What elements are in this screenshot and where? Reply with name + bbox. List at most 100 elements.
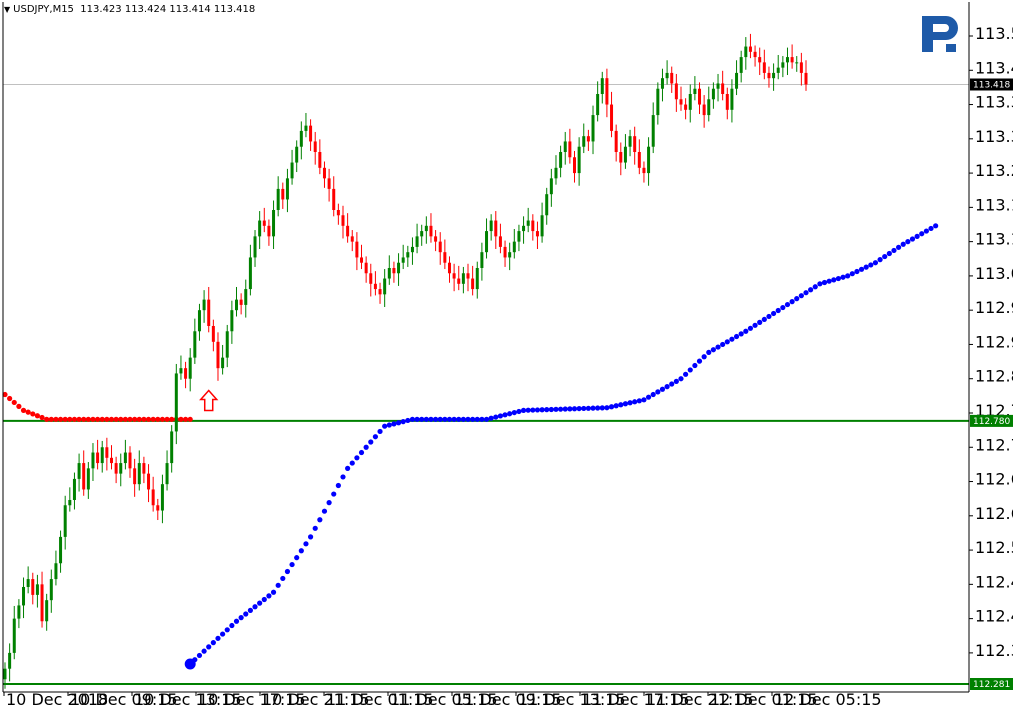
trend-blue-dot <box>775 307 781 314</box>
candle-body <box>318 151 322 168</box>
candle-body <box>498 236 502 247</box>
candle-body <box>369 273 373 284</box>
candle-body <box>679 99 683 105</box>
y-tick-label: 112.470 <box>975 572 1013 591</box>
candle-body <box>582 136 586 147</box>
candle-body <box>77 463 81 479</box>
trend-blue-dot <box>520 407 527 413</box>
trend-blue-dot <box>340 474 346 480</box>
trend-blue-dot <box>761 316 767 323</box>
trend-red-dot <box>118 416 124 422</box>
trend-blue-dot <box>581 405 587 412</box>
candle-body <box>63 505 67 537</box>
candle-body <box>471 278 475 290</box>
trend-blue-dot <box>215 635 221 641</box>
trend-blue-dot <box>446 416 453 422</box>
trend-red-dot <box>20 407 27 413</box>
candle-body <box>239 299 243 305</box>
buy-arrow-icon[interactable] <box>199 389 219 412</box>
trend-blue-dot <box>794 296 800 302</box>
candle-body <box>45 600 49 622</box>
trend-red-dot <box>48 416 54 422</box>
trend-blue-dot <box>863 264 869 270</box>
candle-body <box>600 78 604 94</box>
trend-blue-dot <box>909 236 916 242</box>
trend-blue-dot <box>710 347 716 353</box>
trend-red-dot <box>108 416 115 422</box>
candle-body <box>415 236 419 247</box>
trend-blue-dot <box>206 644 212 650</box>
trend-blue-dot <box>923 228 929 234</box>
trend-blue-dot <box>419 416 425 422</box>
trend-red-dot <box>104 416 110 422</box>
candle-body <box>503 246 507 258</box>
trend-blue-dot <box>849 271 855 277</box>
candle-body <box>91 452 95 469</box>
candle-body <box>295 146 299 163</box>
candle-body <box>633 136 637 152</box>
candle-body <box>804 72 808 85</box>
candle-body <box>147 473 151 490</box>
trend-blue-dot <box>627 400 633 406</box>
trend-blue-dot <box>400 419 406 425</box>
trend-blue-dot <box>266 593 272 599</box>
trend-blue-dot <box>757 319 763 325</box>
candle-body <box>119 463 123 474</box>
trend-blue-dot <box>196 652 203 659</box>
trend-blue-dot <box>872 260 879 266</box>
trend-blue-dot <box>752 322 758 328</box>
trend-red-dot <box>57 416 64 422</box>
candle-body <box>360 257 364 263</box>
candle-body <box>475 267 479 290</box>
candle-body <box>512 241 516 253</box>
trend-blue-dot <box>585 405 591 411</box>
trend-red-dot <box>127 416 133 422</box>
trend-red-dot <box>122 416 128 422</box>
trend-blue-dot <box>595 405 601 411</box>
trend-red-dot <box>44 416 50 422</box>
trend-blue-dot <box>382 423 388 429</box>
trend-blue-dot <box>493 414 499 420</box>
trend-blue-dot <box>280 575 286 582</box>
y-tick-label: 113.445 <box>975 58 1013 77</box>
trend-red-dot <box>76 416 82 422</box>
trend-blue-dot <box>372 434 379 440</box>
candle-body <box>313 141 317 152</box>
candle-body <box>387 267 391 279</box>
y-tick-label: 113.055 <box>975 264 1013 283</box>
candle-body <box>142 463 146 474</box>
candle-body <box>276 188 280 210</box>
trend-blue-dot <box>692 362 698 369</box>
y-tick-label: 112.730 <box>975 435 1013 454</box>
candle-body <box>447 262 451 274</box>
price-chart[interactable]: 113.510 113.445 113.380 113.315 113.250 113.1… <box>0 0 1013 713</box>
trend-blue-dot <box>798 293 804 299</box>
trend-blue-dot <box>530 407 536 413</box>
candle-body <box>559 151 563 168</box>
trend-red-dot <box>150 416 156 422</box>
trend-blue-dot <box>238 615 244 621</box>
trend-blue-dot <box>386 422 392 428</box>
candle-body <box>795 62 799 64</box>
candle-body <box>170 431 174 464</box>
candle-body <box>799 62 803 73</box>
trend-blue-dot <box>479 416 485 422</box>
candle-body <box>211 325 215 342</box>
trend-blue-dot <box>891 247 897 254</box>
trend-blue-dot <box>553 406 559 412</box>
trend-blue-dot <box>770 310 777 317</box>
trend-blue-dot <box>437 416 443 422</box>
candle-body <box>248 257 252 290</box>
candle-body <box>420 231 424 237</box>
trend-red-dot <box>141 416 147 422</box>
trend-blue-dot <box>534 407 541 413</box>
trend-blue-dot <box>502 412 508 418</box>
level-price-label: 112.780 <box>973 417 1010 427</box>
candle-body <box>452 273 456 279</box>
trend-blue-dot <box>835 275 842 282</box>
candle-body <box>309 125 313 142</box>
candle-body <box>605 78 609 105</box>
trend-blue-dot <box>845 273 851 279</box>
candle-body <box>623 146 627 163</box>
trend-red-dot <box>71 416 78 422</box>
